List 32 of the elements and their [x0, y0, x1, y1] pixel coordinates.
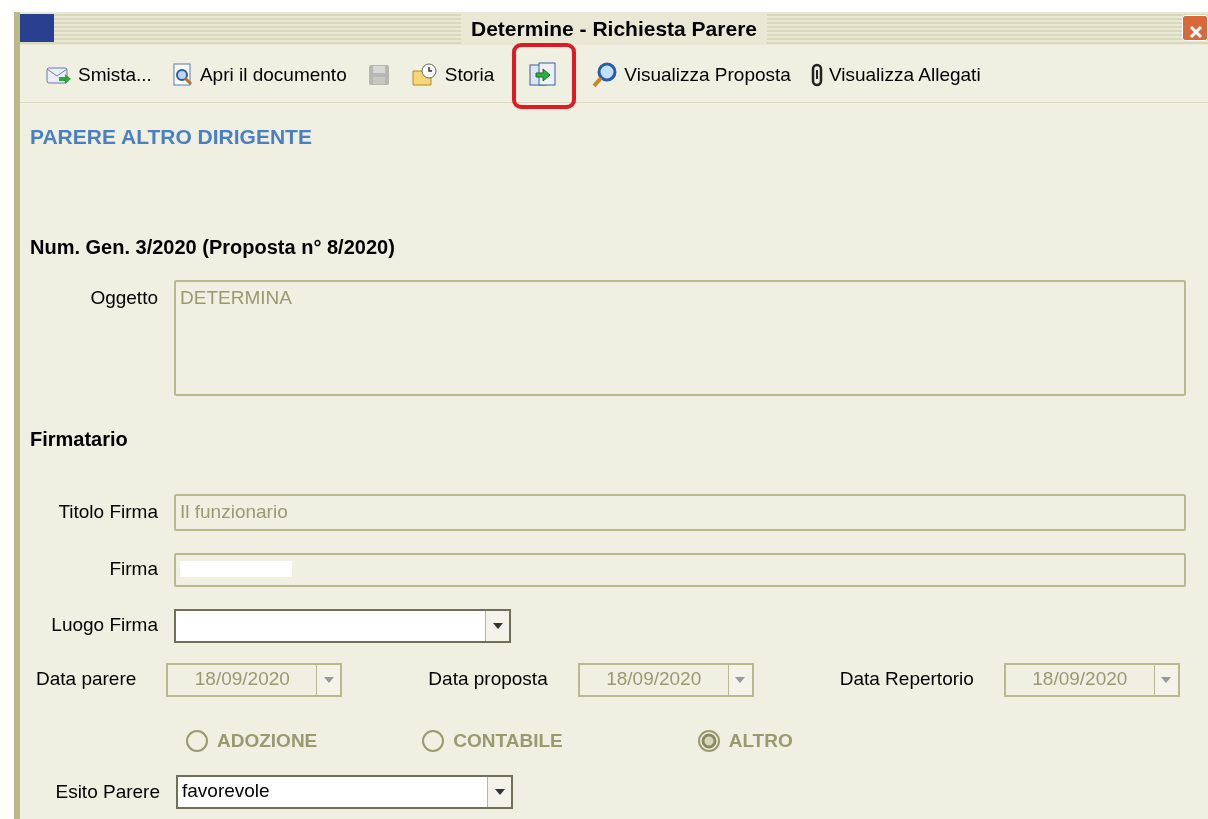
dropdown-field[interactable]	[174, 608, 511, 643]
caret-icon	[493, 788, 506, 796]
envelope-arrow-icon	[46, 64, 72, 87]
field-label: Data parere	[36, 667, 137, 692]
field-label: Data proposta	[428, 667, 548, 692]
close-icon	[1189, 25, 1203, 39]
app-logo-icon	[20, 14, 54, 42]
note-clock-icon	[410, 63, 439, 88]
section-title: PARERE ALTRO DIRIGENTE	[30, 123, 313, 150]
field-label: Titolo Firma	[57, 500, 158, 524]
caret-icon	[734, 675, 747, 684]
search-icon	[592, 62, 619, 89]
field-label: Oggetto	[89, 286, 158, 310]
toolbar-button[interactable]: Smista...	[38, 57, 160, 94]
field-label: Data Repertorio	[839, 667, 974, 692]
caret-icon	[491, 621, 504, 630]
field-label: Firma	[108, 557, 158, 582]
caret-icon	[1160, 675, 1173, 684]
toolbar-button[interactable]: Apri il documento	[163, 57, 355, 94]
toolbar-button[interactable]: Visualizza Allegati	[802, 57, 989, 94]
toolbar-button[interactable]: Visualizza Proposta	[584, 57, 799, 94]
paperclip-icon	[810, 63, 823, 88]
caret-icon	[322, 675, 335, 684]
field-label: Esito Parere	[54, 779, 160, 804]
close-button[interactable]	[1182, 15, 1208, 41]
section-heading: Firmatario	[30, 427, 129, 452]
dropdown-field[interactable]: favorevole	[176, 775, 513, 809]
field-label: Luogo Firma	[50, 613, 158, 638]
document-magnifier-icon	[171, 63, 194, 88]
window-title: Determine - Richiesta Parere	[461, 12, 767, 45]
record-heading: Num. Gen. 3/2020 (Proposta n° 8/2020)	[30, 235, 396, 260]
toolbar-button[interactable]: Storia	[402, 57, 503, 94]
